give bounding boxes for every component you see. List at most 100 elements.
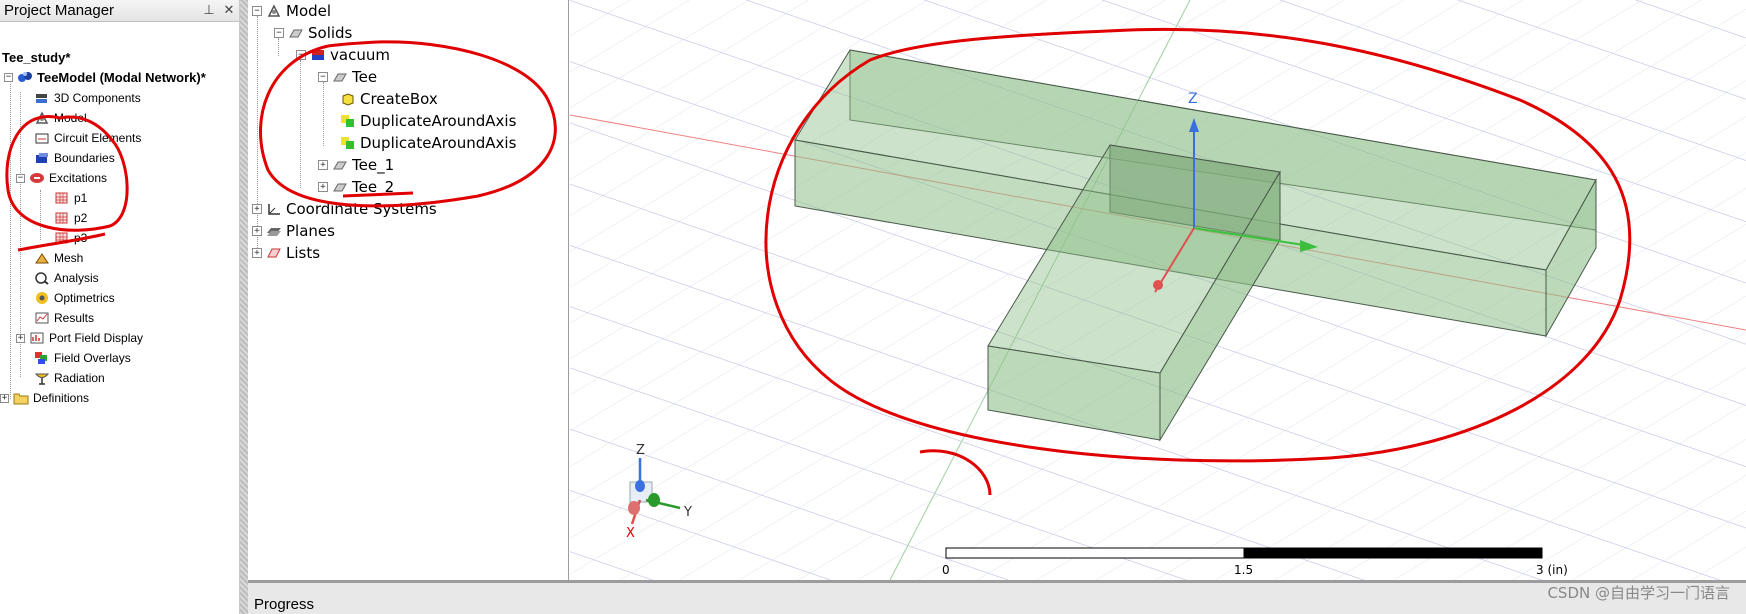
tree-item-excitations[interactable]: − Excitations [16,168,107,188]
tree-item-label: Planes [286,222,335,240]
tree-item-results[interactable]: Results [34,308,94,328]
triad-z-label: Z [636,443,645,458]
scale-label-0: 0 [942,563,950,577]
tree-item-boundaries[interactable]: Boundaries [34,148,115,168]
tree-item-label: Optimetrics [54,291,115,305]
tree-item-label: Coordinate Systems [286,200,437,218]
tree-item-label: Port Field Display [49,331,144,345]
port-icon [54,211,70,225]
pin-icon[interactable]: ⊥ [199,3,219,18]
tree-item-label: p1 [74,191,88,205]
close-icon[interactable]: ✕ [219,3,239,18]
panel-splitter[interactable] [240,0,248,614]
boundaries-icon [34,151,50,165]
tree-item-label: Boundaries [54,151,115,165]
hfss-design-icon [17,70,33,84]
3d-viewport[interactable]: Z Z Y X 0 1.5 3 (in) [570,0,1746,580]
tree-item-label: Circuit Elements [54,131,142,145]
collapse-icon[interactable]: − [252,6,262,16]
tree-item-project[interactable]: Tee_study* [2,47,70,67]
components-icon [34,91,50,105]
red-annotation-model-tree [259,40,557,208]
model-tree-panel: − Model − Solids − vacuum − Tee CreateBo… [248,0,569,580]
collapse-icon[interactable]: − [16,173,25,183]
project-manager-header: Project Manager ⊥ ✕ [0,0,239,22]
expand-icon[interactable]: + [0,393,9,403]
tree-item-label: Field Overlays [54,351,131,365]
tree-item-field-overlays[interactable]: Field Overlays [34,348,131,368]
tree-item-definitions[interactable]: + Definitions [0,388,89,408]
tree-item-optimetrics[interactable]: Optimetrics [34,288,115,308]
tree-item-label: Tee [352,68,378,86]
tree-item-port-field-display[interactable]: + Port Field Display [16,328,143,348]
tree-item-mesh[interactable]: Mesh [34,248,83,268]
tree-item-label: Mesh [54,251,84,265]
model-tree-lists[interactable]: + Lists [252,242,320,264]
circuit-icon [34,131,50,145]
model-tree-vacuum[interactable]: − vacuum [296,44,390,66]
scale-bar-white-segment [945,547,1245,559]
tree-item-label: Model [54,111,87,125]
tree-item-radiation[interactable]: Radiation [34,368,105,388]
port-icon [54,191,70,205]
expand-icon[interactable]: + [252,226,262,236]
model-tree-tee[interactable]: − Tee [318,66,377,88]
excitations-icon [29,171,45,185]
folder-icon [13,391,29,405]
collapse-icon[interactable]: − [274,28,284,38]
tree-item-design[interactable]: − TeeModel (Modal Network)* [4,67,206,87]
tree-item-p2[interactable]: p2 [54,208,87,228]
model-tree-planes[interactable]: + Planes [252,220,335,242]
tree-item-label: Tee_study* [2,49,71,65]
model-tree-createbox[interactable]: CreateBox [340,88,438,110]
tree-item-label: Analysis [54,271,99,285]
results-icon [34,311,50,325]
model-tree-solids[interactable]: − Solids [274,22,352,44]
model-tree-duplicate-2[interactable]: DuplicateAroundAxis [340,132,516,154]
expand-icon[interactable]: + [252,248,262,258]
port-field-icon [29,331,45,345]
model-tree-tee-2[interactable]: + Tee_2 [318,176,394,198]
expand-icon[interactable]: + [318,182,328,192]
tree-item-label: DuplicateAroundAxis [360,112,517,130]
material-icon [310,48,326,62]
triad-x-knob [628,501,640,515]
watermark: CSDN @自由学习一门语言 [1547,584,1730,602]
triad-y-knob [648,493,660,507]
model-tree-root[interactable]: − Model [252,0,331,22]
analysis-icon [34,271,50,285]
tree-item-p3[interactable]: p3 [54,228,87,248]
scale-label-3: 3 (in) [1536,563,1568,577]
solid-icon [332,180,348,194]
tree-item-label: Excitations [49,171,108,185]
model-tree-duplicate-1[interactable]: DuplicateAroundAxis [340,110,516,132]
port-icon [54,231,70,245]
tree-item-label: Tee_1 [352,156,395,174]
model-tree-tee-1[interactable]: + Tee_1 [318,154,394,176]
tree-item-p1[interactable]: p1 [54,188,87,208]
expand-icon[interactable]: + [318,160,328,170]
collapse-icon[interactable]: − [4,72,13,82]
model-tree-coordinate-systems[interactable]: + Coordinate Systems [252,198,437,220]
tree-item-analysis[interactable]: Analysis [34,268,99,288]
lists-icon [266,246,282,260]
solid-icon [288,26,304,40]
scale-bar-black-segment [1243,547,1543,559]
tree-item-label: Model [286,2,332,20]
modeler-canvas[interactable]: Z Z Y X 0 1.5 3 (in) [570,0,1746,580]
expand-icon[interactable]: + [16,333,25,343]
tree-item-model[interactable]: Model [34,108,87,128]
tree-item-label: Results [54,311,95,325]
tree-item-label: DuplicateAroundAxis [360,134,517,152]
tree-item-label: TeeModel (Modal Network)* [37,69,206,85]
collapse-icon[interactable]: − [318,72,328,82]
tree-item-label: Definitions [33,391,90,405]
tree-item-circuit-elements[interactable]: Circuit Elements [34,128,141,148]
progress-panel: Progress [248,580,1746,614]
coordinate-system-icon [266,202,282,216]
collapse-icon[interactable]: − [296,50,306,60]
tree-item-label: vacuum [330,46,390,64]
expand-icon[interactable]: + [252,204,262,214]
tree-item-3d-components[interactable]: 3D Components [34,88,141,108]
model-icon [266,4,282,18]
